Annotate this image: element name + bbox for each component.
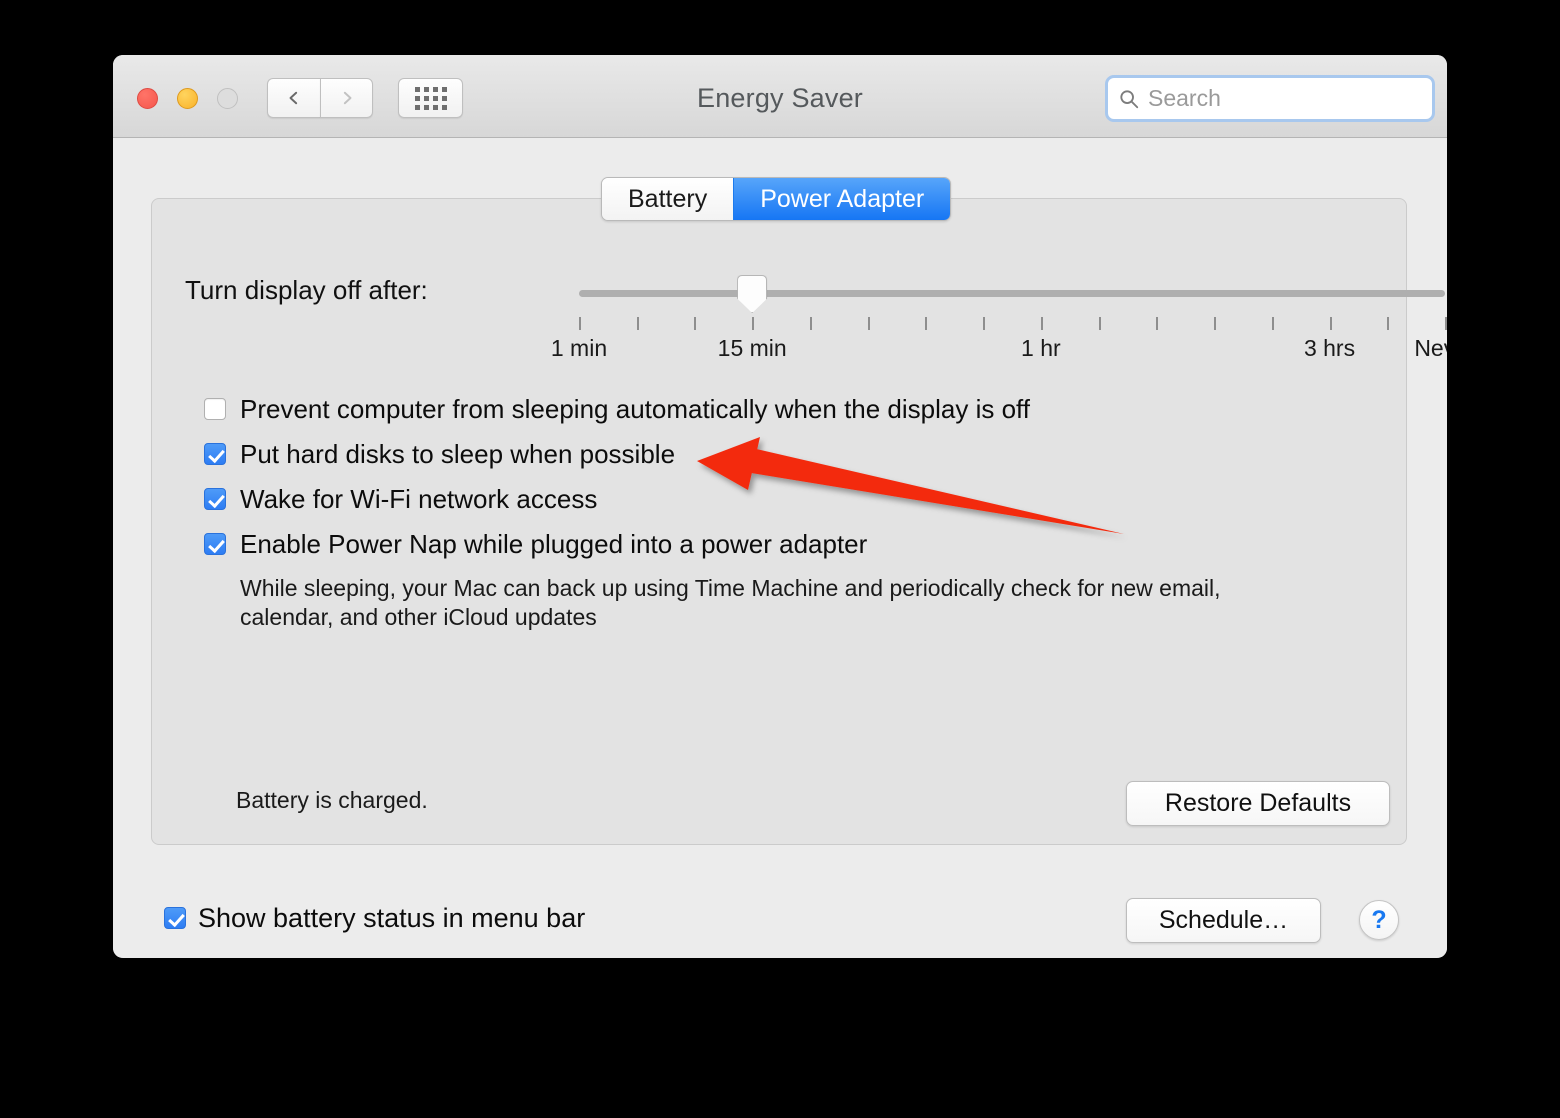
screen: Energy Saver Battery Power Adapter Turn … [0, 0, 1560, 1118]
checkbox-prevent-sleep[interactable] [204, 398, 226, 420]
slider-tick-label: 1 min [550, 335, 608, 361]
checkbox-hard-disk-sleep[interactable] [204, 443, 226, 465]
energy-saver-window: Energy Saver Battery Power Adapter Turn … [113, 55, 1447, 958]
tab-power-adapter[interactable]: Power Adapter [733, 178, 951, 220]
slider-tick-marks [579, 317, 1447, 331]
power-nap-description: While sleeping, your Mac can back up usi… [240, 575, 1221, 630]
battery-status-text: Battery is charged. [236, 787, 428, 813]
option-prevent-sleep[interactable]: Prevent computer from sleeping automatic… [204, 394, 1384, 424]
display-sleep-slider-thumb[interactable] [737, 275, 768, 313]
settings-panel: Battery Power Adapter Turn display off a… [151, 177, 1447, 845]
slider-tick-label: Never [1414, 335, 1447, 361]
slider-tick [579, 317, 581, 330]
option-hard-disk-sleep[interactable]: Put hard disks to sleep when possible [204, 439, 1384, 469]
checkbox-show-battery-status[interactable] [164, 907, 186, 929]
slider-tick [1329, 317, 1332, 330]
tab-battery[interactable]: Battery [602, 178, 734, 220]
search-icon [1120, 89, 1139, 108]
slider-tick [1156, 317, 1159, 330]
slider-tick [636, 317, 639, 330]
checkbox-wake-for-wifi[interactable] [204, 488, 226, 510]
option-wake-for-wifi[interactable]: Wake for Wi-Fi network access [204, 484, 1384, 514]
window-titlebar: Energy Saver [113, 55, 1447, 138]
checkbox-power-nap[interactable] [204, 533, 226, 555]
slider-tick-labels: 1 min 15 min 1 hr 3 hrs Never [551, 335, 1447, 365]
search-input[interactable] [1148, 85, 1422, 112]
display-sleep-label: Turn display off after: [185, 275, 428, 305]
power-source-tabs: Battery Power Adapter [601, 177, 952, 221]
option-label: Prevent computer from sleeping automatic… [240, 394, 1031, 424]
search-field[interactable] [1105, 75, 1435, 122]
slider-tick [1271, 317, 1274, 330]
restore-defaults-button[interactable]: Restore Defaults [1126, 781, 1390, 826]
slider-tick [867, 317, 870, 330]
slider-tick [752, 317, 755, 330]
slider-tick-label: 15 min [717, 335, 787, 361]
window-body: Battery Power Adapter Turn display off a… [113, 138, 1447, 957]
slider-tick [809, 317, 812, 330]
slider-tick [1445, 317, 1447, 330]
slider-tick [1040, 317, 1043, 330]
window-footer: Show battery status in menu bar Schedule… [151, 895, 1409, 947]
slider-tick [1214, 317, 1217, 330]
slider-tick [694, 317, 697, 330]
slider-tick-label: 3 hrs [1303, 335, 1356, 361]
slider-tick [1098, 317, 1101, 330]
option-label: Wake for Wi-Fi network access [240, 484, 598, 514]
options-list: Prevent computer from sleeping automatic… [204, 394, 1384, 632]
slider-tick [983, 317, 986, 330]
option-power-nap[interactable]: Enable Power Nap while plugged into a po… [204, 529, 1384, 559]
show-battery-status-label: Show battery status in menu bar [198, 903, 586, 933]
slider-tick-label: 1 hr [1021, 335, 1061, 361]
option-label: Enable Power Nap while plugged into a po… [240, 529, 868, 559]
slider-tick [925, 317, 928, 330]
schedule-button[interactable]: Schedule… [1126, 898, 1321, 943]
help-button[interactable]: ? [1359, 900, 1399, 940]
option-show-battery-status[interactable]: Show battery status in menu bar [164, 903, 585, 933]
slider-tick [1387, 317, 1390, 330]
display-sleep-slider-track[interactable] [579, 290, 1445, 297]
option-label: Put hard disks to sleep when possible [240, 439, 676, 469]
